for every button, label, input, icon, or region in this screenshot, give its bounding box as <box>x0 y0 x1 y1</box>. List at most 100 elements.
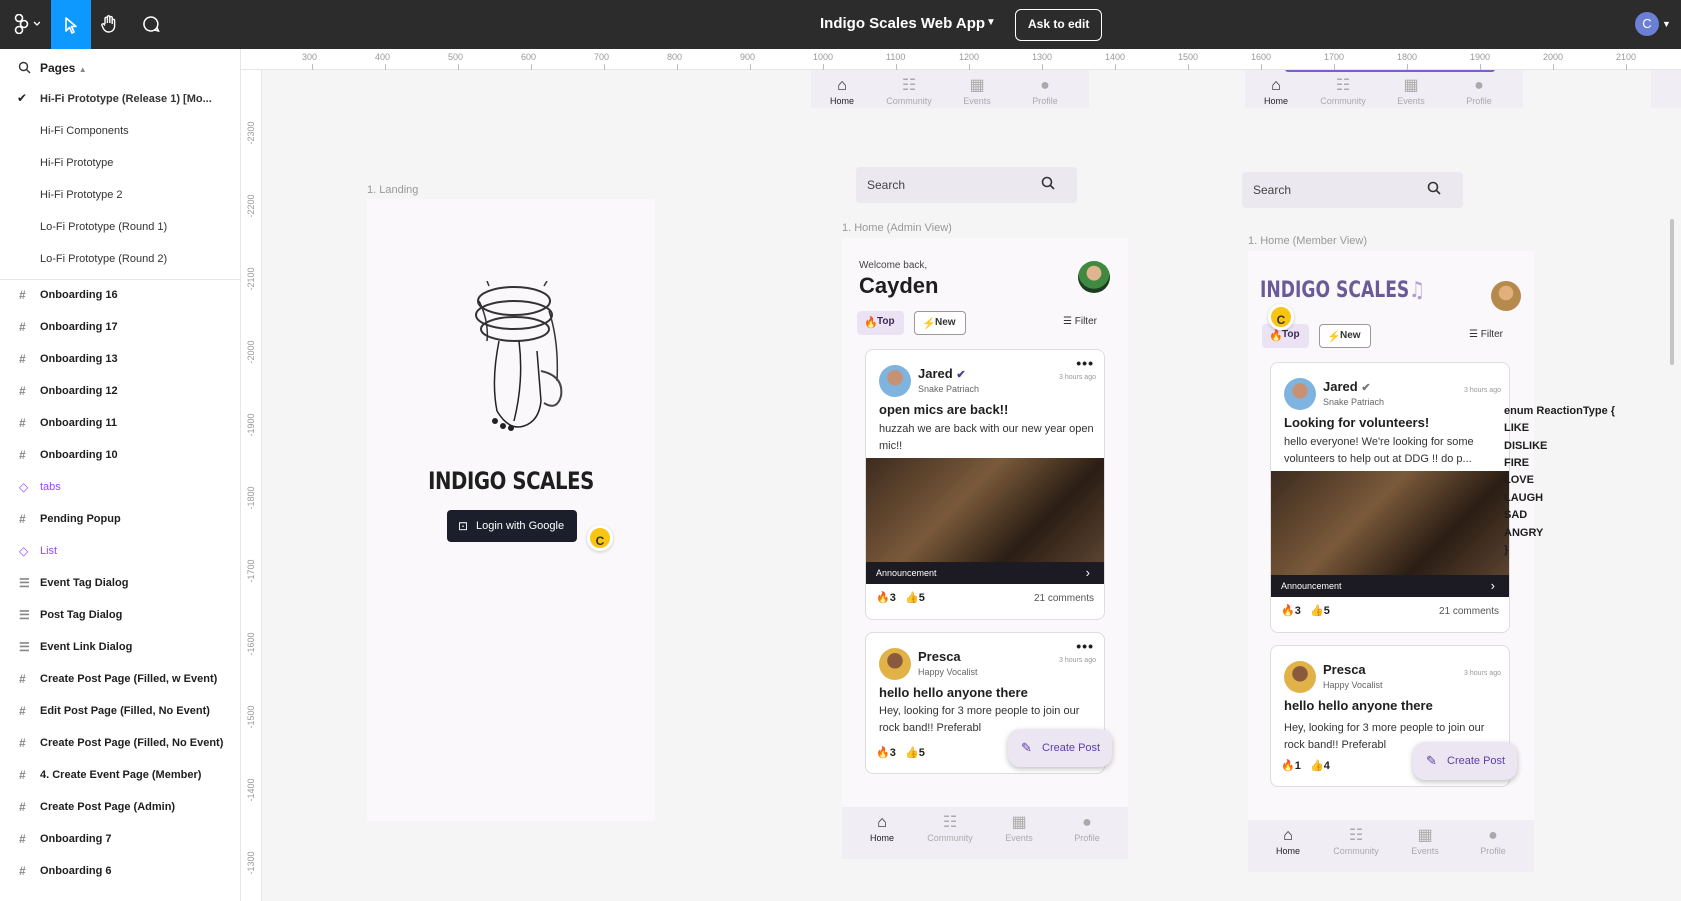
layer-label: Onboarding 16 <box>40 289 118 301</box>
hand-tool-button[interactable] <box>98 13 120 35</box>
more-icon[interactable]: ••• <box>1076 638 1094 654</box>
search-icon[interactable] <box>18 61 31 79</box>
nav-community[interactable]: ☷ Community <box>1313 76 1373 106</box>
ruler-label: -1600 <box>246 632 256 656</box>
fire-icon: 🔥 <box>876 592 890 604</box>
avatar[interactable] <box>1078 261 1110 293</box>
ruler-label: 900 <box>740 52 756 62</box>
member-home-frame[interactable]: INDIGO SCALES♫ 🔥 Top ⚡ New ☰ Filter Jared … <box>1248 251 1534 872</box>
page-item[interactable]: Lo-Fi Prototype (Round 2) <box>40 253 167 265</box>
ask-to-edit-button[interactable]: Ask to edit <box>1015 9 1103 41</box>
post-body: huzzah we are back with our new year ope… <box>879 423 1094 452</box>
layer-row[interactable]: ☰ Event Link Dialog <box>0 632 240 664</box>
login-icon: ⊡ <box>458 519 469 533</box>
layer-row[interactable]: # Onboarding 17 <box>0 312 240 344</box>
nav-community[interactable]: ☷ Community <box>1326 826 1386 856</box>
vertical-ruler: -2300 -2200 -2100 -2000 -1900 -1800 -1700 -1600… <box>241 70 262 901</box>
admin-home-frame[interactable]: Welcome back, Cayden 🔥 Top ⚡ New ☰ Filter … <box>842 238 1128 859</box>
frame-icon: # <box>19 800 26 814</box>
announcement-bar[interactable]: Announcement › <box>1271 575 1509 597</box>
file-title[interactable]: Indigo Scales Web App <box>820 15 985 32</box>
chip-new[interactable]: ⚡ New <box>1319 324 1371 348</box>
layer-row[interactable]: ☰ Post Tag Dialog <box>0 600 240 632</box>
nav-home[interactable]: ⌂ Home <box>1246 76 1306 106</box>
search-input[interactable]: Search <box>1242 172 1463 208</box>
chip-top[interactable]: 🔥 Top <box>857 311 904 335</box>
create-post-button[interactable]: ✎ Create Post <box>1413 742 1518 780</box>
layer-row[interactable]: # Create Post Page (Filled, No Event) <box>0 728 240 760</box>
comment-tool-button[interactable] <box>140 13 162 35</box>
avatar[interactable] <box>1491 281 1521 311</box>
nav-profile[interactable]: ● Profile <box>1057 813 1117 843</box>
pages-header[interactable]: Pages ▲ <box>40 61 87 75</box>
reactions[interactable]: 🔥1 👍4 <box>1281 759 1330 772</box>
layer-label: Onboarding 17 <box>40 321 118 333</box>
nav-home[interactable]: ⌂ Home <box>852 813 912 843</box>
landing-frame[interactable]: INDIGO SCALES ⊡ Login with Google <box>367 199 655 821</box>
layer-row[interactable]: # Onboarding 12 <box>0 376 240 408</box>
search-input[interactable]: Search <box>856 167 1077 203</box>
nav-community[interactable]: ☷ Community <box>920 813 980 843</box>
figma-menu-button[interactable] <box>14 13 41 39</box>
layer-row[interactable]: # Create Post Page (Filled, w Event) <box>0 664 240 696</box>
layer-row[interactable]: # Onboarding 10 <box>0 440 240 472</box>
nav-events[interactable]: ▦ Events <box>947 76 1007 106</box>
move-tool-button[interactable] <box>51 0 91 49</box>
post-time: 3 hours ago <box>1059 657 1096 664</box>
login-with-google-button[interactable]: ⊡ Login with Google <box>447 510 577 542</box>
layer-row[interactable]: # Onboarding 16 <box>0 280 240 312</box>
create-post-button[interactable]: ✎ Create Post <box>1008 729 1113 767</box>
page-item[interactable]: Hi-Fi Components <box>40 125 129 137</box>
post-card[interactable]: Jared ✔ Snake Patriach 3 hours ago Looki… <box>1270 362 1510 633</box>
enum-text-line: LIKE <box>1504 422 1530 434</box>
nav-events[interactable]: ▦ Events <box>1395 826 1455 856</box>
reactions[interactable]: 🔥3 👍5 <box>1281 604 1330 617</box>
layer-row[interactable]: ◇ List <box>0 536 240 568</box>
chevron-down-icon[interactable]: ▼ <box>1662 19 1671 29</box>
nav-home[interactable]: ⌂ Home <box>812 76 872 106</box>
layer-row[interactable]: # Onboarding 6 <box>0 856 240 888</box>
filter-button[interactable]: ☰ Filter <box>1063 316 1097 327</box>
layer-row[interactable]: # Onboarding 7 <box>0 824 240 856</box>
layer-row[interactable]: ☰ Event Tag Dialog <box>0 568 240 600</box>
post-time: 3 hours ago <box>1059 374 1096 381</box>
chevron-up-icon: ▲ <box>78 65 87 74</box>
ruler-label: -1500 <box>246 705 256 729</box>
nav-profile[interactable]: ● Profile <box>1463 826 1523 856</box>
layer-row[interactable]: # Pending Popup <box>0 504 240 536</box>
announcement-bar[interactable]: Announcement › <box>866 562 1104 584</box>
filter-button[interactable]: ☰ Filter <box>1469 329 1503 340</box>
page-item[interactable]: Hi-Fi Prototype <box>40 157 113 169</box>
design-canvas[interactable]: ⌂ Home ☷ Community ▦ Events ● Profile ⌂ Home … <box>262 70 1681 901</box>
frame-label[interactable]: 1. Home (Admin View) <box>842 222 952 234</box>
comment-count[interactable]: 21 comments <box>1034 593 1094 604</box>
filter-icon: ☰ <box>1469 329 1478 340</box>
chip-new[interactable]: ⚡ New <box>914 311 966 335</box>
nav-events[interactable]: ▦ Events <box>989 813 1049 843</box>
nav-home[interactable]: ⌂ Home <box>1258 826 1318 856</box>
frame-label[interactable]: 1. Home (Member View) <box>1248 235 1367 247</box>
reactions[interactable]: 🔥3 👍5 <box>876 746 925 759</box>
layer-row[interactable]: # Create Post Page (Admin) <box>0 792 240 824</box>
nav-profile[interactable]: ● Profile <box>1015 76 1075 106</box>
nav-events[interactable]: ▦ Events <box>1381 76 1441 106</box>
scrollbar[interactable] <box>1670 219 1674 365</box>
avatar <box>879 365 911 397</box>
page-item[interactable]: Hi-Fi Prototype (Release 1) [Mo... <box>40 93 212 105</box>
user-avatar[interactable]: C <box>1635 12 1659 36</box>
nav-profile[interactable]: ● Profile <box>1449 76 1509 106</box>
reactions[interactable]: 🔥3 👍5 <box>876 591 925 604</box>
more-icon[interactable]: ••• <box>1076 355 1094 371</box>
page-item[interactable]: Lo-Fi Prototype (Round 1) <box>40 221 167 233</box>
post-card[interactable]: ••• Jared ✔ Snake Patriach 3 hours ago o… <box>865 349 1105 620</box>
layer-row[interactable]: #4. Create Event Page (Member) <box>0 760 240 792</box>
frame-label[interactable]: 1. Landing <box>367 184 418 196</box>
page-item[interactable]: Hi-Fi Prototype 2 <box>40 189 123 201</box>
layer-row[interactable]: # Onboarding 13 <box>0 344 240 376</box>
layer-row[interactable]: # Onboarding 11 <box>0 408 240 440</box>
nav-community[interactable]: ☷ Community <box>879 76 939 106</box>
layer-row[interactable]: # Edit Post Page (Filled, No Event) <box>0 696 240 728</box>
chevron-down-icon[interactable]: ▼ <box>986 17 996 28</box>
comment-count[interactable]: 21 comments <box>1439 606 1499 617</box>
layer-row[interactable]: ◇ tabs <box>0 472 240 504</box>
